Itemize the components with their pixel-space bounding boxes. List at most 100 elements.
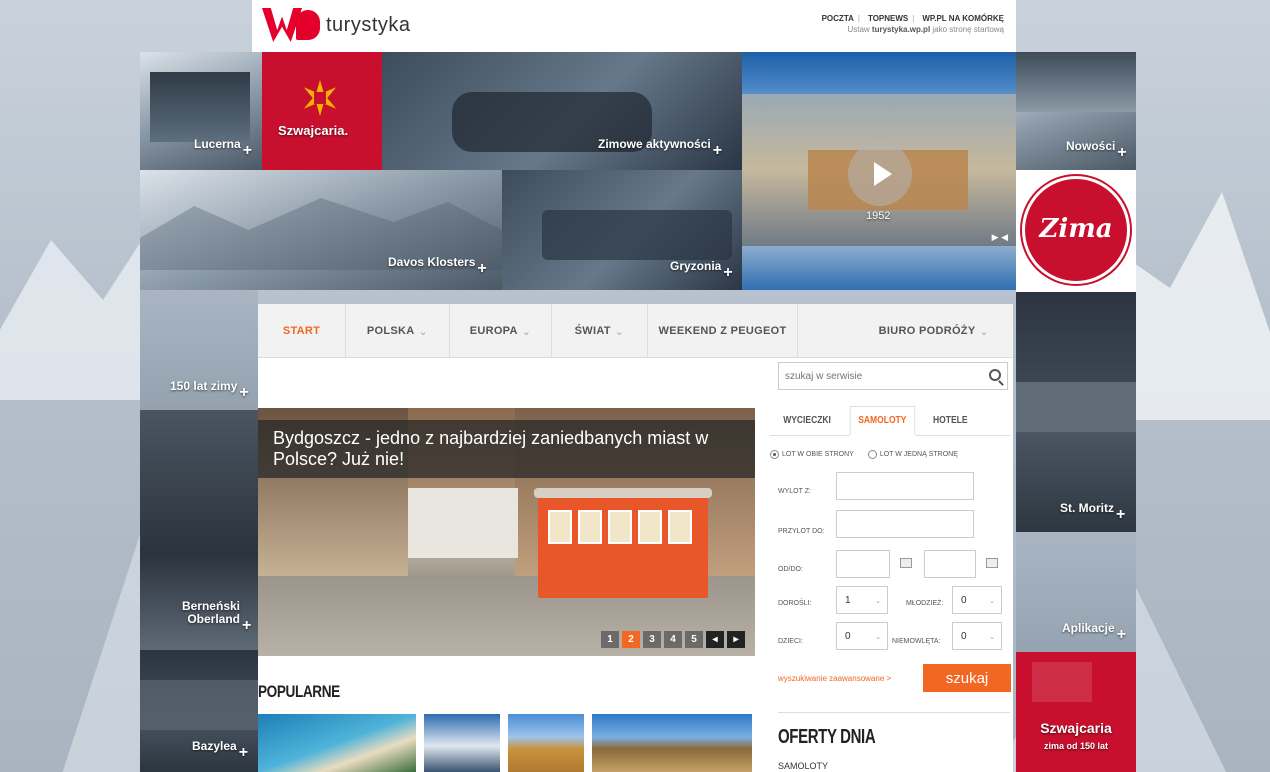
hero-slider[interactable]: Bydgoszcz - jedno z najbardziej zaniedba… [258,408,755,656]
popular-thumb[interactable] [424,714,500,772]
plus-icon: + [242,142,253,159]
tab-wycieczki[interactable]: WYCIECZKI [776,406,839,435]
nav-europa[interactable]: EUROPA ⌄ [450,304,552,358]
play-icon[interactable] [848,142,912,206]
popular-thumb[interactable] [258,714,416,772]
trip-type-radios: LOT W OBIE STRONY LOT W JEDNĄ STRONĘ [770,450,1010,459]
adults-select[interactable]: 1 ⌄ [836,586,888,614]
popular-thumb[interactable] [508,714,584,772]
pager-page-2[interactable]: 2 [622,631,640,648]
calendar-icon[interactable] [986,558,998,568]
radio-both-ways[interactable]: LOT W OBIE STRONY [770,450,854,459]
plus-icon: + [712,142,723,159]
children-select[interactable]: 0 ⌄ [836,622,888,650]
oferty-heading: OFERTY DNIA [778,726,876,748]
infants-select[interactable]: 0 ⌄ [952,622,1002,650]
advanced-search-link[interactable]: wyszukiwanie zaawansowane > [778,674,891,683]
tile-bernenski-oberland[interactable]: Berneński Oberland + [140,410,258,650]
date-to-input[interactable] [924,550,976,578]
popular-heading: POPULARNE [258,682,340,701]
search-input[interactable] [779,363,979,389]
plus-icon: + [238,744,249,761]
nav-weekend-z-peugeot[interactable]: WEEKEND Z PEUGEOT [648,304,798,358]
tile-nowosci[interactable]: Nowości + [1016,52,1136,170]
search-row [258,358,1013,396]
tile-lucerna[interactable]: Lucerna + [140,52,262,170]
swiss-cross-icon [314,92,326,104]
tile-150-lat-zimy[interactable]: 150 lat zimy + [140,290,258,410]
chevron-down-icon: ⌄ [989,634,995,641]
przylot-input[interactable] [836,510,974,538]
next-arrow-icon[interactable]: ▸ [727,631,745,648]
pager-page-1[interactable]: 1 [601,631,619,648]
calendar-icon[interactable] [900,558,912,568]
site-header: turystyka POCZTA | TOPNEWS | WP.PL NA KOMÓRK… [252,0,1016,52]
hero-caption[interactable]: Bydgoszcz - jedno z najbardziej zaniedba… [258,420,755,478]
chevron-down-icon: ⌄ [521,325,532,338]
label-dzieci: DZIECI: [778,638,803,645]
divider [778,712,1010,713]
oferty-subheading: SAMOLOTY [778,761,829,771]
popular-thumbnails [258,714,752,772]
chevron-down-icon: ⌄ [614,325,625,338]
plus-icon: + [242,617,252,634]
set-homepage-link[interactable]: Ustaw turystyka.wp.pl jako stronę starto… [818,25,1004,34]
tab-samoloty[interactable]: SAMOLOTY [849,406,916,436]
link-topnews[interactable]: TOPNEWS [868,14,908,23]
tram-image [534,488,712,598]
link-poczta[interactable]: POCZTA [822,14,854,23]
link-wp-mobile[interactable]: WP.PL NA KOMÓRKĘ [922,14,1004,23]
label-od-do: OD/DO: [778,566,803,573]
prev-arrow-icon[interactable]: ◂ [706,631,724,648]
plus-icon: + [1117,144,1127,161]
plus-icon: + [723,264,733,281]
tile-szwajcaria-promo[interactable]: Szwajcaria zima od 150 lat [1016,652,1136,772]
zima-badge-text: Zima [1039,214,1113,244]
label-dorosli: DOROŚLI: [778,600,812,607]
label-wylot: WYLOT Z: [778,488,811,495]
pager-page-4[interactable]: 4 [664,631,682,648]
main-nav: START POLSKA ⌄ EUROPA ⌄ ŚWIAT ⌄ WEEKEND Z P… [258,304,1013,358]
plus-icon: + [239,384,249,401]
slider-pager: 1 2 3 4 5 ◂ ▸ [601,631,745,648]
search-box [778,362,1008,390]
logo-text: turystyka [326,13,411,36]
radio-checked-icon [770,450,779,459]
tile-zimowe-aktywnosci[interactable]: Zimowe aktywności + [382,52,742,170]
plus-icon: + [1116,506,1126,523]
video-player[interactable]: 1952 ▶ ◀ [742,52,1016,290]
oferty-dnia: OFERTY DNIA SAMOLOTY [778,726,908,771]
top-links: POCZTA | TOPNEWS | WP.PL NA KOMÓRKĘ Ustaw tu… [818,14,1004,34]
youth-select[interactable]: 0 ⌄ [952,586,1002,614]
tile-szwajcaria-brand[interactable]: Szwajcaria. [262,52,382,170]
tile-bazylea[interactable]: Bazylea + [140,650,258,772]
nav-polska[interactable]: POLSKA ⌄ [346,304,450,358]
booking-tabs: WYCIECZKI SAMOLOTY HOTELE [770,406,1010,436]
tile-aplikacje[interactable]: Aplikacje + [1016,532,1136,652]
radio-unchecked-icon [867,450,877,459]
tile-st-moritz[interactable]: St. Moritz + [1016,292,1136,532]
radio-one-way[interactable]: LOT W JEDNĄ STRONĘ [867,450,958,459]
tile-gryzonia[interactable]: Gryzonia + [502,170,742,290]
label-niemowleta: NIEMOWLĘTA: [892,638,941,645]
nav-start[interactable]: START [258,304,346,358]
search-submit-button[interactable]: szukaj [923,664,1011,692]
wylot-input[interactable] [836,472,974,500]
wp-logo[interactable]: turystyka [262,6,411,44]
chevron-down-icon: ⌄ [989,598,995,605]
plus-icon: + [477,260,487,277]
search-icon[interactable] [989,369,1001,381]
label-mlodziez: MŁODZIEŻ: [906,600,944,607]
tile-zima-badge[interactable]: Zima [1016,170,1136,292]
video-controls-icon[interactable]: ▶ ◀ [992,232,1008,243]
tab-hotele[interactable]: HOTELE [925,406,975,435]
date-from-input[interactable] [836,550,890,578]
main-content: Bydgoszcz - jedno z najbardziej zaniedba… [258,396,1013,772]
pager-page-5[interactable]: 5 [685,631,703,648]
nav-swiat[interactable]: ŚWIAT ⌄ [552,304,648,358]
pager-page-3[interactable]: 3 [643,631,661,648]
popular-thumb[interactable] [592,714,752,772]
tile-davos-klosters[interactable]: Davos Klosters + [140,170,502,290]
nav-biuro-podrozy[interactable]: BIURO PODRÓŻY ⌄ [798,304,1013,358]
label-przylot: PRZYLOT DO: [778,528,825,535]
